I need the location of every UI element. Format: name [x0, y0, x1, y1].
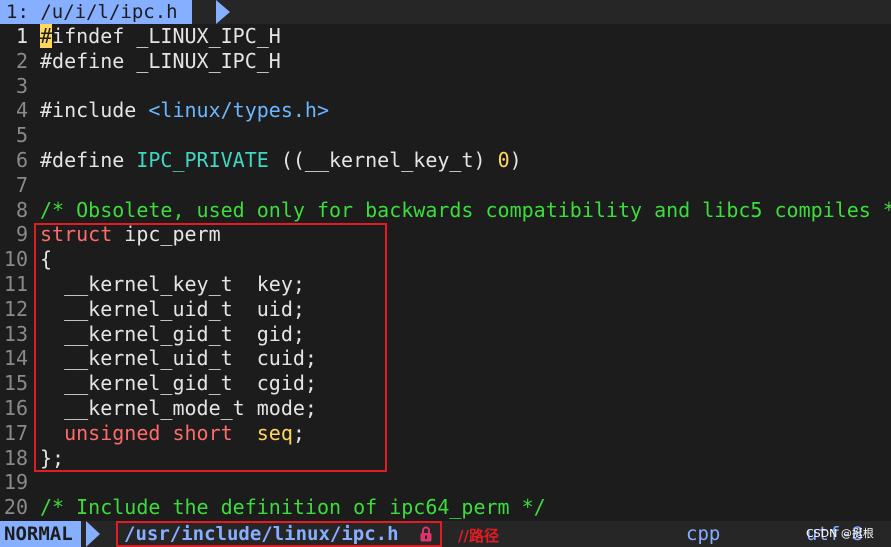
- line-number: 10: [3, 247, 28, 272]
- code-token: 0: [497, 147, 510, 172]
- code-line[interactable]: 7: [0, 173, 891, 198]
- line-number: 3: [15, 73, 28, 98]
- line-number: 20: [3, 495, 28, 520]
- tab-separator-arrow: [216, 0, 230, 24]
- line-number: 7: [15, 172, 28, 197]
- line-number: 16: [3, 395, 28, 420]
- code-text: /* Obsolete, used only for backwards com…: [40, 198, 891, 223]
- code-line[interactable]: 20 /* Include the definition of ipc64_per…: [0, 495, 891, 520]
- struct-highlight-box: [34, 223, 387, 472]
- code-text: #ifndef _LINUX_IPC_H: [40, 24, 281, 49]
- mode-separator-arrow: [86, 521, 100, 547]
- code-line[interactable]: 6 #define IPC_PRIVATE ((__kernel_key_t) 0…: [0, 148, 891, 173]
- code-text: #define IPC_PRIVATE ((__kernel_key_t) 0): [40, 148, 522, 173]
- tab-ipc-h[interactable]: 1: /u/i/l/ipc.h: [0, 0, 192, 24]
- line-number: 17: [3, 420, 28, 445]
- code-token: #define: [40, 147, 137, 172]
- line-number: 5: [15, 123, 28, 148]
- file-path: /usr/include/linux/ipc.h: [124, 523, 399, 545]
- line-number: 15: [3, 371, 28, 396]
- code-line[interactable]: 5: [0, 123, 891, 148]
- line-number: 18: [3, 445, 28, 470]
- code-line[interactable]: 2 #define _LINUX_IPC_H: [0, 49, 891, 74]
- watermark: CSDN @挺根: [806, 527, 874, 540]
- statusline: NORMAL /usr/include/linux/ipc.h //路径 cpp…: [0, 521, 891, 547]
- line-number: 1: [15, 24, 28, 48]
- code-token: /* Include the definition of ipc64_perm …: [40, 495, 546, 520]
- line-number: 8: [15, 197, 28, 222]
- code-line[interactable]: 19: [0, 470, 891, 495]
- code-text: #define _LINUX_IPC_H: [40, 49, 281, 74]
- code-token: IPC_PRIVATE: [136, 147, 269, 172]
- line-number: 12: [3, 296, 28, 321]
- filetype-indicator: cpp: [686, 523, 721, 545]
- code-token: ): [509, 147, 522, 172]
- code-line[interactable]: 1 #ifndef _LINUX_IPC_H: [0, 24, 891, 49]
- text-cursor: #: [40, 24, 53, 48]
- line-number: 13: [3, 321, 28, 346]
- line-number: 9: [15, 222, 28, 247]
- lock-icon: [420, 526, 432, 542]
- code-token: ((__kernel_key_t): [268, 147, 498, 172]
- code-token: #include: [40, 98, 149, 123]
- path-annotation: //路径: [458, 527, 499, 545]
- line-number: 14: [3, 346, 28, 371]
- code-token: ifndef _LINUX_IPC_H: [52, 24, 281, 48]
- code-line[interactable]: 3: [0, 74, 891, 99]
- code-line[interactable]: 4 #include <linux/types.h>: [0, 98, 891, 123]
- code-token: #define _LINUX_IPC_H: [40, 48, 281, 73]
- line-number: 6: [15, 147, 28, 172]
- code-line[interactable]: 8 /* Obsolete, used only for backwards co…: [0, 198, 891, 223]
- line-number: 4: [15, 98, 28, 123]
- line-number: 11: [3, 271, 28, 296]
- code-token: /* Obsolete, used only for backwards com…: [40, 197, 891, 222]
- line-number: 19: [3, 470, 28, 495]
- tabline: 1: /u/i/l/ipc.h: [0, 0, 891, 24]
- line-number: 2: [15, 48, 28, 73]
- code-text: /* Include the definition of ipc64_perm …: [40, 495, 546, 520]
- mode-indicator: NORMAL: [0, 521, 81, 547]
- code-text: #include <linux/types.h>: [40, 98, 329, 123]
- code-token: <linux/types.h>: [148, 98, 329, 123]
